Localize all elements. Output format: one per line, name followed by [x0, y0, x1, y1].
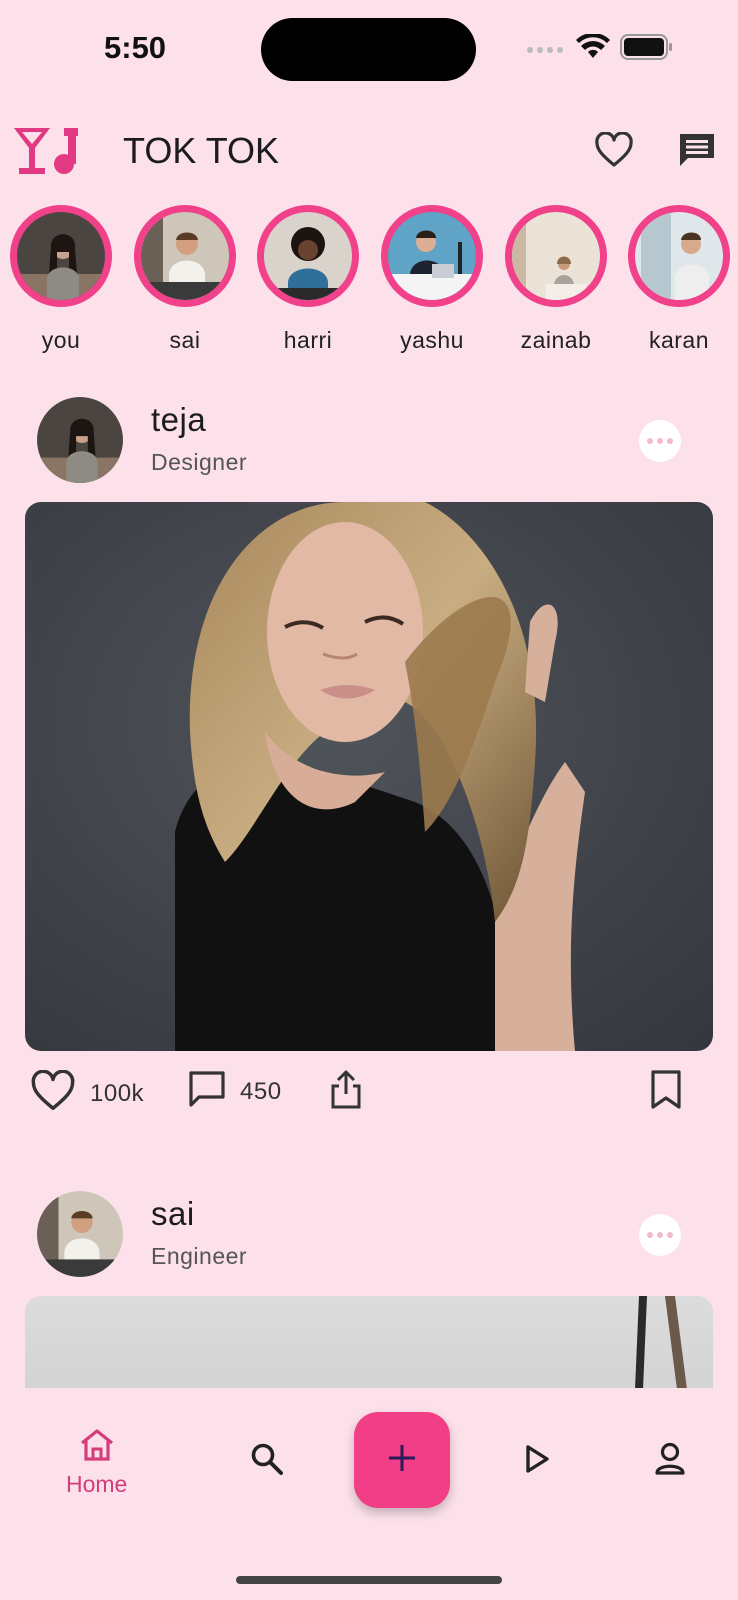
more-icon	[647, 1232, 653, 1238]
story-label: zainab	[520, 327, 592, 353]
home-indicator	[236, 1576, 502, 1584]
story-label: sai	[169, 327, 201, 353]
nav-home-label: Home	[66, 1471, 128, 1497]
post-header: sai Engineer	[0, 1191, 738, 1281]
story-ring	[505, 205, 607, 307]
story-ring	[257, 205, 359, 307]
comment-icon	[188, 1070, 226, 1113]
avatar[interactable]	[37, 397, 123, 483]
more-options-button[interactable]	[639, 1214, 681, 1256]
bottom-navigation: Home	[0, 1388, 738, 1600]
avatar[interactable]	[37, 1191, 123, 1277]
app-bar: TOK TOK	[0, 110, 738, 190]
post-actions: 100k 450	[0, 1069, 738, 1122]
heart-icon	[594, 130, 634, 173]
post-header: teja Designer	[0, 397, 738, 487]
message-icon	[678, 132, 716, 173]
story-item[interactable]: sai	[130, 205, 240, 354]
avatar	[264, 212, 352, 300]
nav-profile[interactable]	[654, 1442, 686, 1481]
bookmark-button[interactable]	[650, 1070, 682, 1115]
story-ring	[381, 205, 483, 307]
search-icon	[250, 1442, 284, 1481]
post-author-role: Engineer	[151, 1243, 248, 1269]
messages-button[interactable]	[673, 128, 721, 176]
post-author-role: Designer	[151, 449, 248, 475]
status-time: 5:50	[104, 30, 167, 65]
more-options-button[interactable]	[639, 420, 681, 462]
avatar	[17, 212, 105, 300]
more-icon	[647, 438, 653, 444]
story-label: harri	[283, 327, 333, 353]
create-post-button[interactable]	[354, 1412, 450, 1508]
comment-count: 450	[240, 1077, 282, 1105]
post-image[interactable]	[25, 502, 713, 1051]
share-icon	[330, 1070, 362, 1115]
dynamic-island	[261, 18, 476, 81]
story-label: you	[41, 327, 81, 353]
home-icon	[79, 1428, 115, 1467]
avatar	[141, 212, 229, 300]
bookmark-icon	[650, 1070, 682, 1115]
story-ring	[10, 205, 112, 307]
like-count: 100k	[90, 1079, 145, 1107]
play-icon	[524, 1444, 550, 1479]
heart-icon	[30, 1069, 76, 1117]
avatar	[388, 212, 476, 300]
story-item[interactable]: you	[6, 205, 116, 354]
favorites-button[interactable]	[590, 128, 638, 176]
post-author-name[interactable]: sai	[151, 1195, 195, 1233]
comment-button[interactable]: 450	[188, 1070, 282, 1113]
wifi-icon	[576, 32, 610, 65]
story-item[interactable]: yashu	[377, 205, 487, 354]
nav-home[interactable]: Home	[66, 1428, 127, 1498]
nav-videos[interactable]	[524, 1444, 550, 1479]
story-ring	[134, 205, 236, 307]
status-bar: 5:50	[0, 0, 738, 100]
battery-icon	[620, 34, 674, 65]
story-item[interactable]: harri	[253, 205, 363, 354]
share-button[interactable]	[330, 1070, 362, 1115]
story-item[interactable]: karan	[624, 205, 734, 354]
like-button[interactable]: 100k	[30, 1069, 145, 1117]
post-author-name[interactable]: teja	[151, 401, 206, 439]
story-label: karan	[648, 327, 710, 353]
nav-search[interactable]	[250, 1442, 284, 1481]
stories-row: you sai harri yashu zainab karan	[0, 205, 738, 355]
status-icons	[526, 32, 674, 65]
signal-icon	[526, 41, 566, 59]
story-item[interactable]: zainab	[501, 205, 611, 354]
story-ring	[628, 205, 730, 307]
profile-icon	[654, 1442, 686, 1481]
plus-icon	[387, 1443, 417, 1478]
avatar	[512, 212, 600, 300]
avatar	[635, 212, 723, 300]
story-label: yashu	[400, 327, 464, 353]
app-title: TOK TOK	[123, 130, 280, 171]
logo-icon	[12, 124, 80, 181]
